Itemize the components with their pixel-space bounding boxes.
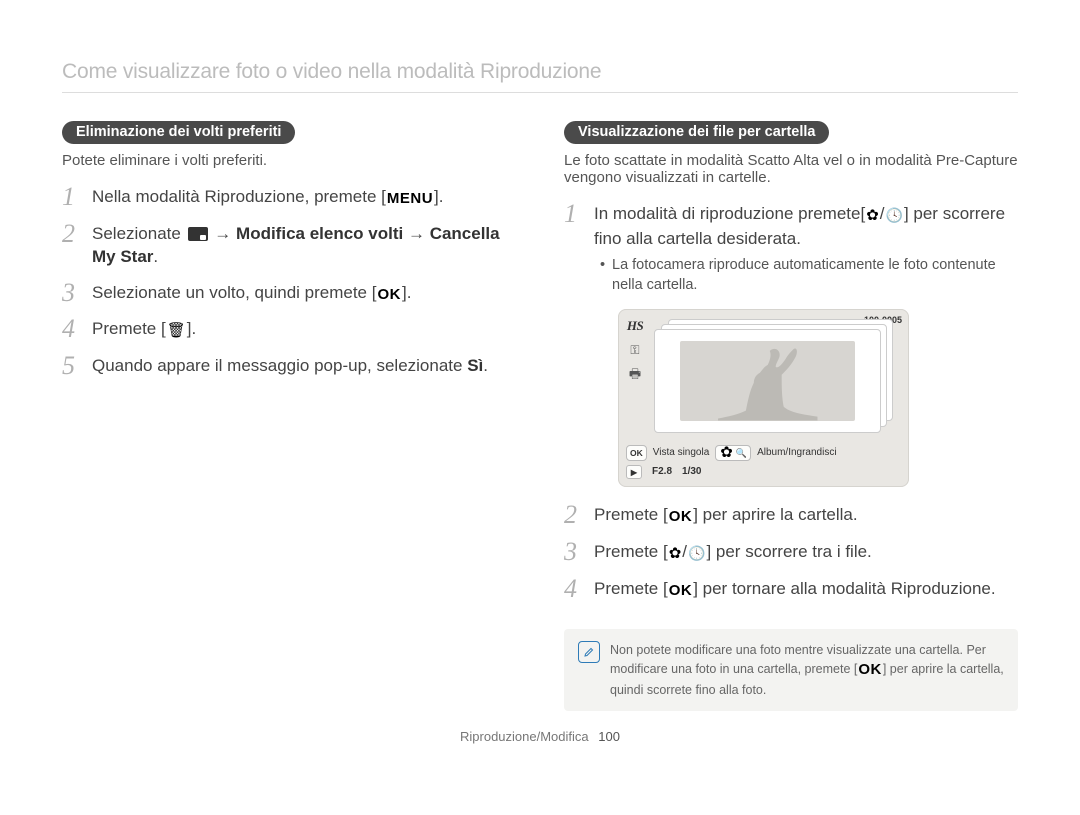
macro-small-icon [719,446,734,460]
step-2: Premete [OK] per aprire la cartella. [564,503,1018,528]
help-zoom-label: Album/Ingrandisci [757,446,836,460]
aperture-value: F2.8 [652,465,672,479]
step-2: Selezionate → Modifica elenco volti → Ca… [62,222,516,269]
screen-side-icons: HS [626,317,644,437]
menu-icon: MENU [386,189,434,210]
thumbnail-stack: 100-0005 [650,317,901,437]
footer-page: 100 [598,729,620,744]
macro-icon [865,206,880,227]
timer-icon [885,206,904,227]
display-icon [188,227,208,241]
steps-right: In modalità di riproduzione premete[/] p… [564,202,1018,601]
step-1-bullet: La fotocamera riproduce automaticamente … [600,256,1018,295]
trash-icon [166,321,187,342]
screen-help-bar: OK Vista singola Album/Ingrandisci [626,445,901,461]
two-column-layout: Eliminazione dei volti preferiti Potete … [62,121,1018,711]
manual-page: Come visualizzare foto o video nella mod… [0,0,1080,784]
timer-icon [687,544,706,565]
shutter-value: 1/30 [682,465,701,479]
section-pill-right: Visualizzazione dei file per cartella [564,121,829,144]
camera-screen-figure: HS 100-0005 [618,309,1018,487]
steps-left: Nella modalità Riproduzione, premete [ME… [62,185,516,377]
step-3: Premete [/] per scorrere tra i file. [564,540,1018,565]
info-pencil-icon [578,641,600,663]
step-1: Nella modalità Riproduzione, premete [ME… [62,185,516,210]
macro-icon [668,544,683,565]
person-silhouette [680,341,856,421]
camera-screen: HS 100-0005 [618,309,909,487]
printer-icon [629,365,641,383]
ok-icon: OK [857,659,883,681]
step-3: Selezionate un volto, quindi premete [OK… [62,281,516,306]
section-desc-right: Le foto scattate in modalità Scatto Alta… [564,152,1018,186]
section-desc-left: Potete eliminare i volti preferiti. [62,152,516,169]
chip-ok: OK [626,445,647,461]
step-5: Quando appare il messaggio pop-up, selez… [62,354,516,377]
ok-icon: OK [376,285,402,306]
note-box: Non potete modificare una foto mentre vi… [564,629,1018,711]
left-column: Eliminazione dei volti preferiti Potete … [62,121,516,711]
ok-icon: OK [668,507,694,528]
page-title: Come visualizzare foto o video nella mod… [62,60,1018,93]
thumb-front [654,329,881,433]
step-4: Premete [OK] per tornare alla modalità R… [564,577,1018,602]
footer-section: Riproduzione/Modifica [460,729,589,744]
chip-zoom [715,445,751,461]
screen-exposure-bar: F2.8 1/30 [626,465,901,479]
key-icon [630,341,639,359]
step-1: In modalità di riproduzione premete[/] p… [564,202,1018,487]
step-4: Premete []. [62,317,516,342]
help-view-label: Vista singola [653,446,710,460]
ok-icon: OK [668,581,694,602]
hs-badge-icon: HS [627,317,643,335]
note-text: Non potete modificare una foto mentre vi… [610,641,1004,699]
page-footer: Riproduzione/Modifica 100 [62,729,1018,744]
section-pill-left: Eliminazione dei volti preferiti [62,121,295,144]
play-icon [626,465,642,479]
magnifier-icon [736,446,747,460]
right-column: Visualizzazione dei file per cartella Le… [564,121,1018,711]
